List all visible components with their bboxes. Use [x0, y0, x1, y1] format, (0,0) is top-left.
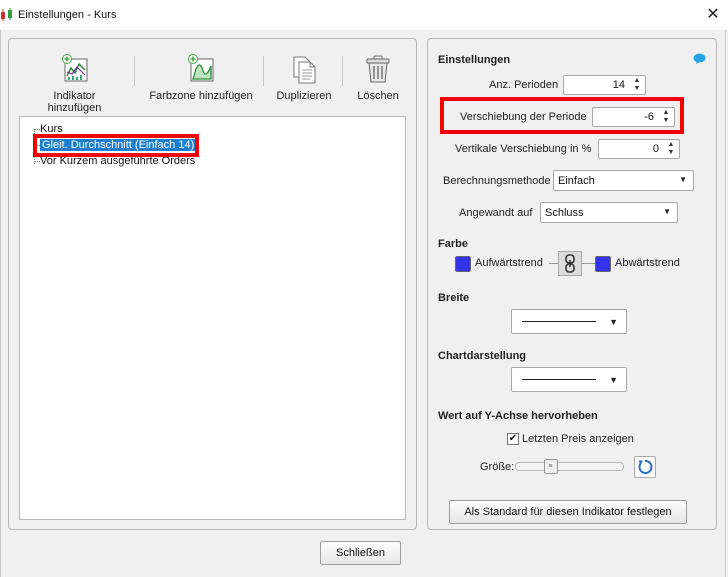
vshift-value: 0: [652, 143, 659, 155]
close-icon[interactable]: ✕: [704, 6, 722, 24]
selection-highlight: [33, 134, 199, 157]
trash-icon: [366, 55, 390, 83]
chevron-down-icon: ▼: [663, 207, 671, 216]
downtrend-color-swatch[interactable]: [595, 256, 611, 272]
close-button[interactable]: Schließen: [320, 541, 401, 565]
add-color-zone-label: Farbzone hinzufügen: [149, 90, 253, 102]
shift-highlight: [440, 97, 684, 134]
show-last-price-label: Letzten Preis anzeigen: [522, 433, 634, 445]
method-value: Einfach: [558, 175, 595, 187]
method-label: Berechnungsmethode: [443, 175, 551, 187]
periods-value: 14: [612, 79, 625, 91]
size-label: Größe:: [480, 461, 515, 473]
link-connector: [549, 263, 558, 264]
link-chain-icon: [565, 254, 575, 273]
spinner-arrows-icon[interactable]: ▲ ▼: [667, 141, 675, 157]
uptrend-label: Aufwärtstrend: [475, 257, 543, 269]
delete-label: Löschen: [357, 90, 399, 102]
add-indicator-label: Indikator hinzufügen: [47, 90, 102, 114]
chart-style-heading: Chartdarstellung: [438, 350, 527, 362]
settings-heading: Einstellungen: [438, 54, 511, 66]
chevron-down-icon: ▼: [679, 175, 687, 184]
window-title: Einstellungen - Kurs: [18, 9, 117, 21]
color-heading: Farbe: [438, 238, 468, 250]
yaxis-heading: Wert auf Y-Achse hervorheben: [438, 410, 598, 422]
help-chat-icon[interactable]: [693, 53, 706, 65]
link-colors-toggle[interactable]: [558, 251, 582, 276]
vshift-label: Vertikale Verschiebung in %: [455, 143, 592, 155]
size-slider-thumb[interactable]: ≡: [543, 459, 558, 474]
toolbar-divider: [134, 56, 135, 86]
indicator-tree[interactable]: Kurs Gleit. Durchschnitt (Einfach 14) Vo…: [19, 116, 406, 520]
vshift-spinner[interactable]: 0 ▲ ▼: [598, 139, 680, 159]
set-default-button[interactable]: Als Standard für diesen Indikator festle…: [449, 500, 687, 524]
method-select[interactable]: Einfach ▼: [553, 170, 694, 191]
applied-select[interactable]: Schluss ▼: [540, 202, 678, 223]
delete-button[interactable]: Löschen: [355, 54, 401, 102]
add-color-zone-button[interactable]: Farbzone hinzufügen: [149, 54, 253, 102]
reset-icon: [638, 460, 653, 474]
width-heading: Breite: [438, 292, 470, 304]
duplicate-icon: [293, 56, 316, 84]
duplicate-button[interactable]: Duplizieren: [276, 54, 332, 102]
applied-value: Schluss: [545, 207, 584, 219]
reset-size-button[interactable]: [634, 456, 656, 478]
line-preview: [522, 379, 596, 380]
add-indicator-icon: [61, 54, 87, 82]
line-width-select[interactable]: ▼: [511, 309, 627, 334]
chart-style-select[interactable]: ▼: [511, 367, 627, 392]
link-connector: [582, 263, 595, 264]
chevron-down-icon: ▼: [609, 375, 618, 385]
periods-spinner[interactable]: 14 ▲ ▼: [563, 75, 646, 95]
toolbar-divider: [263, 56, 264, 86]
spinner-arrows-icon[interactable]: ▲ ▼: [633, 77, 641, 93]
toolbar-divider: [342, 56, 343, 86]
chevron-down-icon: ▼: [609, 317, 618, 327]
line-preview: [522, 321, 596, 322]
uptrend-color-swatch[interactable]: [455, 256, 471, 272]
title-bar: Einstellungen - Kurs ✕: [0, 0, 728, 30]
applied-label: Angewandt auf: [459, 207, 533, 219]
add-indicator-button[interactable]: Indikator hinzufügen: [26, 54, 123, 114]
add-color-zone-icon: [188, 54, 214, 82]
app-chart-icon: [1, 8, 12, 21]
size-slider[interactable]: [515, 462, 624, 471]
downtrend-label: Abwärtstrend: [615, 257, 680, 269]
periods-label: Anz. Perioden: [489, 79, 559, 91]
show-last-price-checkbox[interactable]: ✔: [507, 433, 519, 445]
duplicate-label: Duplizieren: [276, 90, 332, 102]
